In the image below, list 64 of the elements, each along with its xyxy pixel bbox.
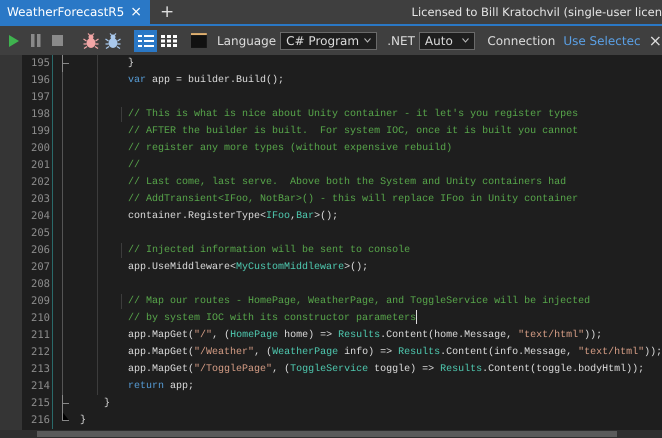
grid-icon (161, 34, 178, 46)
code-line: return app; (127, 381, 194, 392)
code-line: app.MapGet("/", (HomePage home) => Results.Content(home.Message, "text/html")); (127, 330, 602, 341)
pause-icon (30, 34, 41, 47)
line-number: 216 (22, 412, 53, 429)
code-line: // AddTransient<IFoo, NotBar>() - this will replace IFoo in Unity container (127, 194, 578, 205)
line-number: 209 (22, 293, 53, 310)
bug-icon (83, 32, 100, 48)
license-text: Licensed to Bill Kratochvil (single-user licen (412, 4, 662, 21)
framework-dropdown[interactable]: Auto (418, 32, 476, 50)
line-number: 203 (22, 191, 53, 208)
line-number: 214 (22, 378, 53, 395)
chevron-down-icon (364, 38, 372, 43)
code-line: var app = builder.Build(); (127, 75, 284, 86)
line-number: 204 (22, 208, 53, 225)
chevron-down-icon (462, 38, 470, 43)
code-line: // AFTER the builder is built. For system IOC, once it is built you cannot (127, 126, 578, 137)
output-panel-icon[interactable] (191, 33, 207, 48)
document-tab[interactable]: WeatherForecastR5 × (0, 0, 150, 24)
line-number: 208 (22, 276, 53, 293)
new-tab-button[interactable]: + (150, 0, 184, 24)
line-number: 200 (22, 140, 53, 157)
connection-label: Connection (487, 34, 556, 48)
close-tab-button[interactable]: × (130, 4, 142, 20)
code-line: // This is what is nice about Unity container - it let's you register types (127, 109, 578, 120)
line-number: 205 (22, 225, 53, 242)
line-number: 195 (22, 55, 53, 72)
dotnet-label: .NET (387, 34, 415, 48)
code-line: container.RegisterType<IFoo,Bar>(); (127, 211, 338, 222)
code-line: } (80, 415, 86, 426)
language-label: Language (216, 34, 276, 48)
stop-icon (52, 35, 63, 46)
language-dropdown[interactable]: C# Program (280, 32, 378, 50)
code-line: // by system IOC with its constructor parameters (80, 313, 418, 324)
list-icon (138, 34, 154, 46)
line-number: 211 (22, 327, 53, 344)
code-line: app.MapGet("/TogglePage", (ToggleService toggle) => Results.Content(toggle.bodyHtml)); (127, 364, 644, 375)
code-line: // Map our routes - HomePage, WeatherPage, and ToggleService will be injected (127, 296, 590, 307)
line-number: 206 (22, 242, 53, 259)
bug-icon (104, 32, 121, 48)
code-line: } (103, 398, 110, 409)
code-line: // Last come, last serve. Above both the System and Unity containers had (127, 177, 566, 188)
line-number: 196 (22, 72, 53, 89)
code-line: app.MapGet("/Weather", (WeatherPage info) => Results.Content(info.Message, "text/html")); (127, 347, 662, 358)
code-line: // (127, 160, 140, 171)
line-number: 201 (22, 157, 53, 174)
line-number: 212 (22, 344, 53, 361)
code-line: // register any more types (without expensive rebuild) (127, 143, 452, 154)
code-line: app.UseMiddleware<MyCustomMiddleware>(); (127, 262, 368, 273)
line-number: 197 (22, 89, 53, 106)
use-selected-link[interactable]: Use Selectec (563, 34, 641, 48)
line-number: 213 (22, 361, 53, 378)
code-line: } (127, 58, 134, 69)
line-number: 198 (22, 106, 53, 123)
line-number: 202 (22, 174, 53, 191)
line-number: 207 (22, 259, 53, 276)
line-number: 215 (22, 395, 53, 412)
clear-connection-button[interactable]: × (648, 31, 662, 50)
line-number: 199 (22, 123, 53, 140)
code-line: // Injected information will be sent to console (127, 245, 410, 256)
horizontal-scrollbar[interactable] (37, 431, 617, 437)
play-icon (8, 34, 20, 48)
line-number: 210 (22, 310, 53, 327)
list-view-button[interactable] (134, 30, 158, 52)
